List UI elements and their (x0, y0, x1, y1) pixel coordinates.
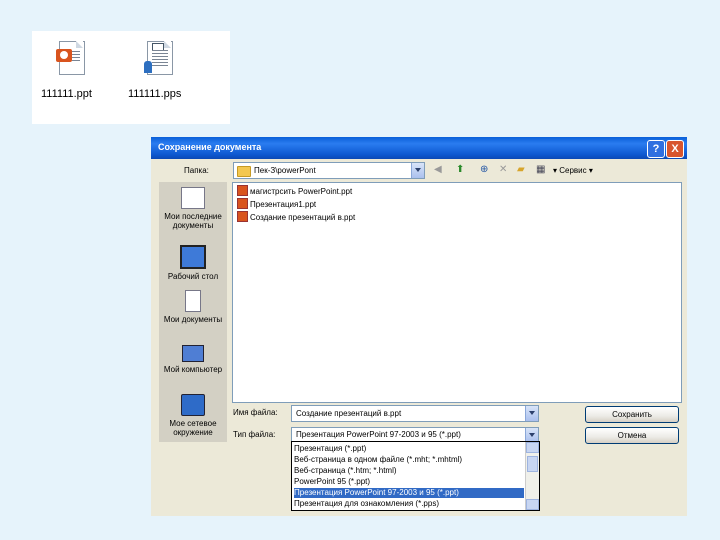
save-dialog: Сохранение документа ? X Папка: Пек-З\po… (151, 137, 687, 516)
ppt-file-icon (237, 185, 248, 196)
service-menu[interactable]: ▾ Сервис ▾ (553, 166, 593, 175)
scroll-up-icon[interactable] (526, 442, 539, 453)
ppt-file-icon (237, 211, 248, 222)
filetype-option[interactable]: PowerPoint 95 (*.ppt) (294, 477, 524, 487)
folder-icon (237, 166, 251, 177)
file-icons-panel: 111111.ppt 111111.pps (32, 31, 230, 124)
place-network[interactable]: Мое сетевое окружение (159, 394, 227, 437)
list-item[interactable]: Презентация1.ppt (237, 198, 316, 209)
up-folder-icon[interactable]: ⬆ (456, 164, 464, 175)
cancel-button[interactable]: Отмена (585, 427, 679, 444)
place-my-computer[interactable]: Мой компьютер (159, 345, 227, 374)
filetype-option[interactable]: Презентация (*.ppt) (294, 444, 524, 454)
ppt-file-icon[interactable] (56, 41, 88, 77)
views-icon[interactable]: ▦ (536, 164, 545, 175)
chevron-down-icon[interactable] (525, 406, 538, 421)
new-folder-icon[interactable]: ▰ (517, 164, 525, 175)
place-my-documents[interactable]: Мои документы (159, 290, 227, 324)
close-button[interactable]: X (666, 140, 684, 158)
chevron-down-icon[interactable] (411, 163, 424, 178)
filename-label: Имя файла: (233, 408, 278, 417)
folder-label: Папка: (184, 166, 209, 175)
filetype-option[interactable]: Веб-страница в одном файле (*.mht; *.mht… (294, 455, 524, 465)
dialog-title: Сохранение документа (158, 142, 262, 152)
my-documents-icon (185, 290, 201, 312)
folder-value: Пек-З\powerPont (254, 166, 316, 175)
places-bar: Мои последние документы Рабочий стол Мои… (159, 182, 227, 442)
dropdown-scrollbar[interactable] (525, 442, 539, 510)
place-recent-documents[interactable]: Мои последние документы (159, 187, 227, 230)
back-icon[interactable]: ◀ (434, 164, 442, 175)
network-places-icon (181, 394, 205, 416)
ppt-file-icon (237, 198, 248, 209)
desktop-icon (180, 245, 206, 269)
folder-combo[interactable]: Пек-З\powerPont (233, 162, 425, 179)
help-button[interactable]: ? (647, 140, 665, 158)
filetype-option-selected[interactable]: Презентация PowerPoint 97-2003 и 95 (*.p… (294, 488, 524, 498)
save-button[interactable]: Сохранить (585, 406, 679, 423)
delete-icon[interactable]: ✕ (499, 164, 507, 175)
filetype-option[interactable]: Презентация для ознакомления (*.pps) (294, 499, 524, 509)
filetype-option[interactable]: Веб-страница (*.htm; *.html) (294, 466, 524, 476)
filename-input[interactable]: Создание презентаций в.ppt (291, 405, 539, 422)
filetype-label: Тип файла: (233, 430, 276, 439)
filetype-value: Презентация PowerPoint 97-2003 и 95 (*.p… (296, 430, 461, 439)
scroll-down-icon[interactable] (526, 499, 539, 510)
pps-file-icon[interactable] (144, 41, 176, 77)
filetype-dropdown[interactable]: Презентация (*.ppt) Веб-страница в одном… (291, 441, 540, 511)
list-item[interactable]: магистрсить PowerPoint.ppt (237, 185, 352, 196)
search-web-icon[interactable]: ⊕ (480, 164, 488, 175)
list-item[interactable]: Создание презентаций в.ppt (237, 211, 355, 222)
filename-value: Создание презентаций в.ppt (296, 409, 402, 418)
scroll-thumb[interactable] (527, 456, 538, 472)
pps-file-label[interactable]: 111111.pps (128, 88, 181, 100)
dialog-titlebar[interactable]: Сохранение документа ? X (151, 137, 687, 159)
recent-documents-icon (181, 187, 205, 209)
my-computer-icon (182, 345, 204, 362)
file-list[interactable]: магистрсить PowerPoint.ppt Презентация1.… (232, 182, 682, 403)
chevron-down-icon[interactable] (525, 428, 538, 442)
place-desktop[interactable]: Рабочий стол (159, 245, 227, 281)
ppt-file-label[interactable]: 111111.ppt (41, 88, 92, 100)
